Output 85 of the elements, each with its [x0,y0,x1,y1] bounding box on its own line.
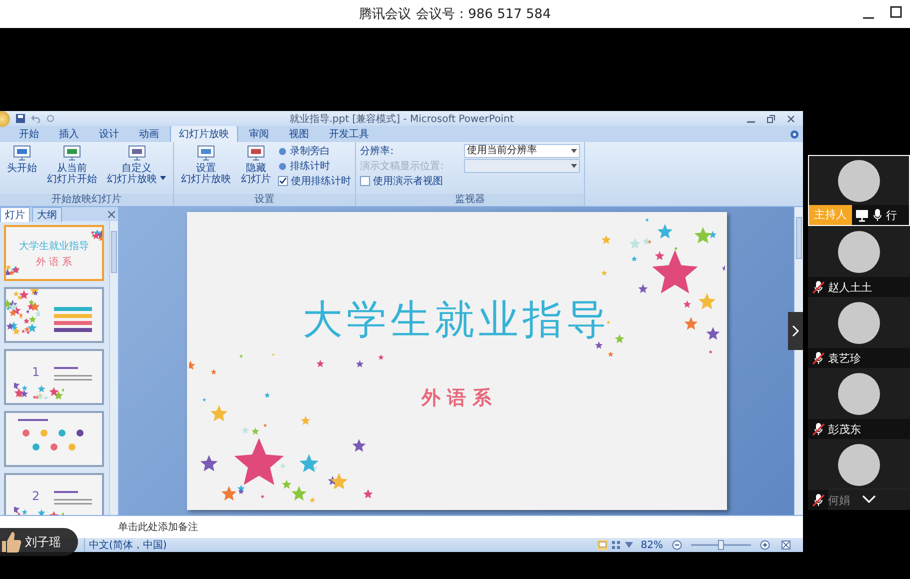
ribbon-tab[interactable]: 视图 [280,125,318,142]
zoom-level[interactable]: 82% [640,540,663,550]
language-status: 中文(简体，中国) [84,538,167,552]
pane-tab[interactable]: 大纲 [32,207,62,222]
thumbnail-subtitle: 外 语 系 [36,256,72,269]
slide-thumbnail[interactable] [4,287,104,343]
zoom-out-icon[interactable] [672,540,682,550]
slideshow-view-icon[interactable] [624,540,634,550]
avatar [838,444,880,486]
window-title: 就业指导.ppt [兼容模式] - Microsoft PowerPoint [289,114,514,124]
slideshow-icon [63,145,81,161]
chevron-right-icon [792,325,799,337]
expand-panel-button[interactable] [788,312,803,350]
slideshow-icon [13,145,31,161]
save-icon[interactable] [16,114,25,123]
stars-drawing [88,230,102,242]
group-label: 监视器 [356,194,584,206]
section-number: 2 [32,489,40,503]
restore-icon[interactable] [767,114,775,122]
slide-thumbnail[interactable]: 1 [4,349,104,405]
field-label: 演示文稿显示位置: [360,160,445,173]
sorter-view-icon[interactable] [610,540,621,550]
ribbon-button[interactable]: 隐藏 幻灯片 [238,144,274,186]
slide-title: 大学生就业指导 [302,296,610,345]
thumbnail-title: 大学生就业指导 [19,240,89,253]
slide-thumbnail[interactable]: 2 [4,473,104,515]
ribbon-button[interactable]: 自定义 幻灯片放映 [104,144,170,186]
chevron-down-icon [862,495,876,503]
caret-icon [571,149,578,153]
ribbon-tab[interactable]: 插入 [50,125,88,142]
normal-view-icon[interactable] [596,540,608,550]
ribbon-button[interactable]: 排练计时 [278,159,352,173]
close-icon[interactable] [108,210,115,218]
caret-icon [571,164,578,168]
notes-placeholder[interactable]: 单击此处添加备注 [118,520,198,534]
participant-name: 赵人土土 [828,280,872,294]
app-title: 腾讯会议 [359,6,412,23]
pane-tab[interactable]: 灯片 [0,207,30,222]
group-label: 开始放映幻灯片 [0,194,174,206]
help-icon[interactable] [790,130,799,138]
section-number: 1 [32,365,40,379]
scroll-down-button[interactable] [828,488,910,510]
ribbon-tab[interactable]: 设计 [90,125,128,142]
avatar [838,230,880,272]
caret-icon [160,176,166,180]
scrollbar[interactable] [109,221,118,515]
ribbon-button[interactable]: 从当前 幻灯片开始 [44,144,100,186]
ribbon-button[interactable]: 头开始 [4,144,40,175]
participant-name: 袁艺珍 [828,350,861,366]
maximize-icon[interactable] [890,6,902,18]
ribbon-checkbox[interactable]: 使用排练计时 [278,174,352,188]
screen-share-icon [855,208,869,222]
participant-name: 行 [886,208,897,222]
ribbon-tab[interactable]: 幻灯片放映 [170,125,238,142]
close-icon[interactable] [787,114,795,122]
dropdown-field[interactable]: 使用当前分辨率 [464,144,580,158]
ribbon-tab[interactable]: 开发工具 [320,125,378,142]
slide-thumbnail[interactable] [4,411,104,467]
slideshow-icon [247,145,266,161]
participant-name: 彭茂东 [828,422,861,436]
slide-subtitle: 外 语 系 [421,386,492,411]
meeting-number: 会议号：986 517 584 [416,6,551,23]
field-label: 分辨率: [360,144,395,158]
zoom-in-icon[interactable] [760,540,770,550]
ribbon-button[interactable]: 设置 幻灯片放映 [178,144,234,186]
stars-drawing [6,289,40,337]
group-label: 设置 [174,194,356,206]
stars-drawing [14,383,64,399]
thumbs-up-icon [0,530,22,554]
avatar [838,160,880,202]
avatar [838,302,880,344]
ribbon-tab[interactable]: 审阅 [240,125,278,142]
ribbon-tab[interactable]: 开始 [10,125,48,142]
avatar [838,372,880,414]
slideshow-icon [128,145,146,161]
checkmark-icon [279,177,288,185]
ribbon-tab[interactable]: 动画 [130,125,168,142]
fit-window-icon[interactable] [781,540,791,550]
ribbon-button[interactable]: 录制旁白 [278,144,352,158]
participant-name: 刘子瑶 [25,534,61,550]
ribbon-checkbox[interactable]: 使用演示者视图 [360,174,580,188]
slideshow-icon [197,145,216,161]
agenda-bars-drawing [54,307,92,333]
host-badge: 主持人 [809,205,852,225]
participant-name: 何娟 [828,492,850,508]
